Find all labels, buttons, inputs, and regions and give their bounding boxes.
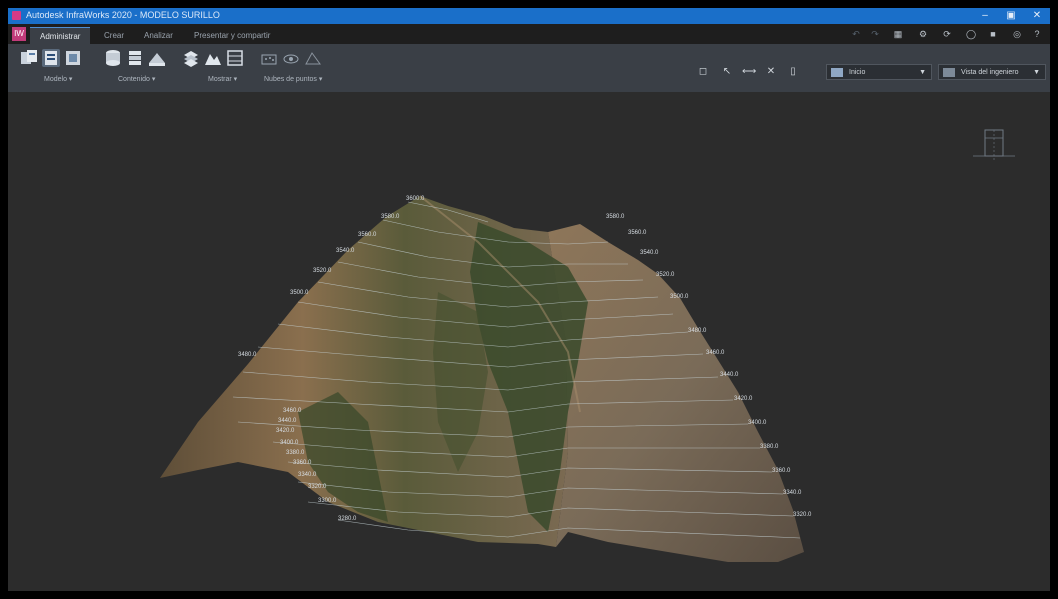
contour-label-left-2: 3560.0: [358, 232, 377, 238]
contour-label-right-9: 3400.0: [748, 420, 767, 426]
contour-label-left-4: 3520.0: [313, 268, 332, 274]
cross-tool-icon[interactable]: ✕: [764, 65, 778, 79]
terrain-right-mass: [548, 224, 804, 562]
contour-label-right-3: 3520.0: [656, 272, 675, 278]
select-tool-icon[interactable]: ◻: [696, 65, 710, 79]
cloud-icon[interactable]: ■: [988, 29, 998, 39]
layers-icon[interactable]: ▦: [893, 29, 903, 39]
ribbon-panel: Modelo ▾ Contenido ▾ Mostrar ▾ Nubes de …: [8, 44, 1050, 92]
chevron-down-icon: ▼: [919, 69, 926, 76]
contour-label-left-0: 3600.0: [406, 196, 425, 202]
contour-label-left-3: 3540.0: [336, 248, 355, 254]
contour-label-left-12: 3360.0: [293, 460, 312, 466]
surface-layers-icon[interactable]: [148, 49, 166, 67]
style-dropdown[interactable]: Vista del ingeniero ▼: [938, 64, 1046, 80]
account-icon[interactable]: ◎: [1012, 29, 1022, 39]
redo-icon[interactable]: ↷: [870, 29, 880, 39]
stack-icon[interactable]: [126, 49, 144, 67]
maximize-button[interactable]: ▣: [998, 8, 1024, 24]
contour-label-right-0: 3580.0: [606, 214, 625, 220]
pointer-tool-icon[interactable]: ↖: [720, 65, 734, 79]
contour-label-right-12: 3340.0: [783, 490, 802, 496]
group-label-mostrar: Mostrar ▾: [208, 76, 238, 83]
help-icon[interactable]: ?: [1032, 29, 1042, 39]
window-title: Autodesk InfraWorks 2020 - MODELO SURILL…: [26, 10, 220, 20]
minimize-button[interactable]: –: [972, 8, 998, 24]
title-bar[interactable]: Autodesk InfraWorks 2020 - MODELO SURILL…: [8, 8, 1050, 24]
contour-label-right-10: 3380.0: [760, 444, 779, 450]
contour-label-left-8: 3440.0: [278, 418, 297, 424]
open-model-icon[interactable]: [64, 49, 82, 67]
model-explorer-icon[interactable]: [42, 49, 60, 67]
point-cloud-import-icon[interactable]: [260, 49, 278, 67]
chevron-down-icon: ▼: [1033, 69, 1040, 76]
contour-label-right-5: 3480.0: [688, 328, 707, 334]
contour-label-right-1: 3560.0: [628, 230, 647, 236]
layers-display-icon[interactable]: [182, 49, 200, 67]
contour-label-left-13: 3340.0: [298, 472, 317, 478]
globe-icon[interactable]: ◯: [966, 29, 976, 39]
point-cloud-view-icon[interactable]: [282, 49, 300, 67]
point-cloud-terrain-icon[interactable]: [304, 49, 322, 67]
view-dropdown[interactable]: Inicio ▼: [826, 64, 932, 80]
contour-label-right-6: 3460.0: [706, 350, 725, 356]
contour-label-left-11: 3380.0: [286, 450, 305, 456]
tab-crear[interactable]: Crear: [94, 27, 134, 44]
tab-presentar-compartir[interactable]: Presentar y compartir: [184, 27, 280, 44]
data-sources-icon[interactable]: [104, 49, 122, 67]
tab-administrar[interactable]: Administrar: [30, 27, 91, 45]
contour-label-left-9: 3420.0: [276, 428, 295, 434]
view-cube-icon[interactable]: [971, 126, 1017, 164]
contour-label-left-10: 3400.0: [280, 440, 299, 446]
group-label-modelo: Modelo ▾: [44, 76, 73, 83]
style-icon: [943, 68, 955, 77]
contour-label-right-13: 3320.0: [793, 512, 812, 518]
contour-label-right-4: 3500.0: [670, 294, 689, 300]
close-button[interactable]: ✕: [1024, 8, 1050, 24]
contour-label-left-15: 3300.0: [318, 498, 337, 504]
contour-label-right-11: 3360.0: [772, 468, 791, 474]
clipboard-tool-icon[interactable]: ▯: [786, 65, 800, 79]
settings-icon[interactable]: ⚙: [918, 29, 928, 39]
group-label-nubes-de-puntos: Nubes de puntos ▾: [264, 76, 323, 83]
undo-icon[interactable]: ↶: [851, 29, 861, 39]
contour-label-right-2: 3540.0: [640, 250, 659, 256]
contour-label-left-7: 3460.0: [283, 408, 302, 414]
application-menu-button[interactable]: IW: [12, 27, 26, 41]
contour-label-left-5: 3500.0: [290, 290, 309, 296]
contour-label-left-6: 3480.0: [238, 352, 257, 358]
table-display-icon[interactable]: [226, 49, 244, 67]
app-icon: [12, 11, 21, 20]
terrain-display-icon[interactable]: [204, 49, 222, 67]
ribbon-tab-row: IW Administrar Crear Analizar Presentar …: [8, 24, 1050, 45]
3d-viewport[interactable]: 3600.0 3580.0 3560.0 3540.0 3520.0 3500.0 3480…: [8, 92, 1050, 591]
model-properties-icon[interactable]: [20, 49, 38, 67]
contour-label-left-16: 3280.0: [338, 516, 357, 522]
terrain-model[interactable]: 3600.0 3580.0 3560.0 3540.0 3520.0 3500.0 3480…: [8, 92, 1050, 591]
contour-label-left-14: 3320.0: [308, 484, 327, 490]
group-label-contenido: Contenido ▾: [118, 76, 156, 83]
sync-icon[interactable]: ⟳: [942, 29, 952, 39]
contour-label-right-7: 3440.0: [720, 372, 739, 378]
tab-analizar[interactable]: Analizar: [134, 27, 183, 44]
screen-frame: Autodesk InfraWorks 2020 - MODELO SURILL…: [0, 0, 1058, 599]
contour-label-left-1: 3580.0: [381, 214, 400, 220]
measure-tool-icon[interactable]: ⟷: [742, 65, 756, 79]
contour-label-right-8: 3420.0: [734, 396, 753, 402]
app-window: Autodesk InfraWorks 2020 - MODELO SURILL…: [8, 8, 1050, 591]
bookmark-icon: [831, 68, 843, 77]
